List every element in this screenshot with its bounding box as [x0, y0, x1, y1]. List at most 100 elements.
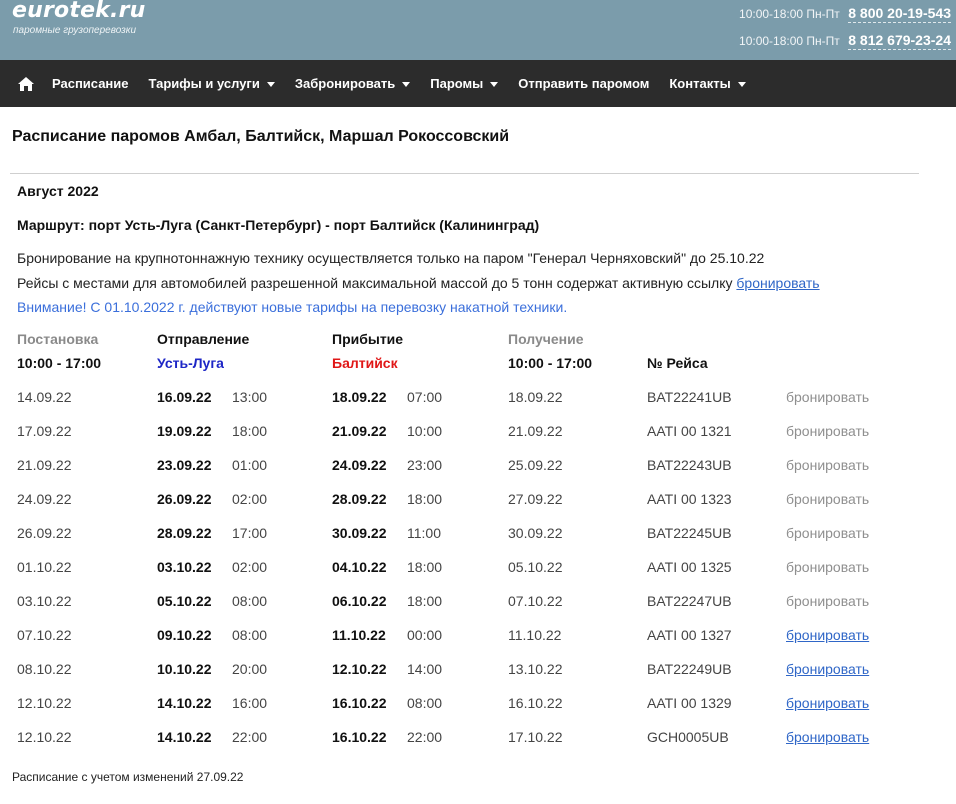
table-row: 21.09.22 23.09.22 01:00 24.09.22 23:00 25.09.…: [17, 457, 897, 491]
departure-date: 19.09.22: [157, 423, 212, 439]
departure-date: 10.10.22: [157, 661, 212, 677]
pickup-date: 30.09.22: [508, 525, 563, 541]
voyage-number: BAT22249UB: [647, 661, 732, 677]
site-header: eurotek.ru паромные грузоперевозки 10:00…: [0, 0, 956, 60]
book-link-disabled: бронировать: [786, 423, 870, 439]
book-link[interactable]: бронировать: [786, 729, 869, 745]
chevron-down-icon: [490, 82, 499, 87]
table-row: 03.10.22 05.10.22 08:00 06.10.22 18:00 07.10.…: [17, 593, 897, 627]
arrival-date: 12.10.22: [332, 661, 387, 677]
table-row: 12.10.22 14.10.22 22:00 16.10.22 22:00 17.10.…: [17, 729, 897, 763]
main-navigation: Расписание Тарифы и услуги Забронировать Па…: [0, 60, 956, 107]
voyage-number: BAT22243UB: [647, 457, 732, 473]
departure-date: 28.09.22: [157, 525, 212, 541]
departure-time: 18:00: [232, 423, 268, 439]
arrival-time: 14:00: [407, 661, 443, 677]
table-subheader-row: 10:00 - 17:00 Усть-Луга Балтийск 10:00 -…: [17, 355, 897, 379]
departure-date: 03.10.22: [157, 559, 212, 575]
active-link-note-text: Рейсы с местами для автомобилей разрешен…: [17, 275, 733, 291]
book-link[interactable]: бронировать: [786, 627, 869, 643]
pickup-date: 25.09.22: [508, 457, 563, 473]
pickup-date: 05.10.22: [508, 559, 563, 575]
chevron-down-icon: [737, 82, 746, 87]
phone-line-2: 10:00-18:00 Пн-Пт 8 812 679-23-24: [739, 32, 951, 50]
arrival-time: 11:00: [407, 525, 441, 541]
voyage-number: BAT22241UB: [647, 389, 732, 405]
loading-date: 12.10.22: [17, 729, 72, 745]
chevron-down-icon: [402, 82, 411, 87]
nav-item-label: Отправить паромом: [518, 76, 650, 91]
arrival-date: 18.09.22: [332, 389, 387, 405]
home-icon: [18, 76, 34, 91]
nav-item-1[interactable]: Расписание: [42, 60, 139, 107]
book-link-disabled: бронировать: [786, 593, 870, 609]
nav-item-label: Забронировать: [294, 76, 396, 91]
departure-date: 14.10.22: [157, 695, 212, 711]
departure-date: 09.10.22: [157, 627, 212, 643]
chevron-down-icon: [266, 82, 275, 87]
nav-item-5[interactable]: Отправить паромом: [508, 60, 659, 107]
nav-home-button[interactable]: [10, 60, 42, 107]
book-link-disabled: бронировать: [786, 525, 870, 541]
pickup-date: 21.09.22: [508, 423, 563, 439]
phone-hours: 10:00-18:00 Пн-Пт: [739, 34, 840, 48]
loading-date: 01.10.22: [17, 559, 72, 575]
table-row: 17.09.22 19.09.22 18:00 21.09.22 10:00 21.09.…: [17, 423, 897, 457]
arrival-time: 22:00: [407, 729, 443, 745]
loading-date: 26.09.22: [17, 525, 72, 541]
arrival-date: 30.09.22: [332, 525, 387, 541]
loading-date: 14.09.22: [17, 389, 72, 405]
nav-item-label: Контакты: [669, 76, 731, 91]
arrival-date: 04.10.22: [332, 559, 387, 575]
pickup-date: 11.10.22: [508, 627, 562, 643]
departure-time: 02:00: [232, 559, 268, 575]
departure-time: 17:00: [232, 525, 268, 541]
tariff-warning-link[interactable]: Внимание! С 01.10.2022 г. действуют новы…: [17, 299, 567, 315]
subheader-loading-time: 10:00 - 17:00: [17, 355, 102, 371]
arrival-time: 18:00: [407, 559, 443, 575]
table-row: 01.10.22 03.10.22 02:00 04.10.22 18:00 05.10.…: [17, 559, 897, 593]
departure-date: 05.10.22: [157, 593, 212, 609]
site-logo[interactable]: eurotek.ru: [12, 0, 145, 23]
table-row: 26.09.22 28.09.22 17:00 30.09.22 11:00 30.09.…: [17, 525, 897, 559]
arrival-time: 23:00: [407, 457, 443, 473]
table-row: 24.09.22 26.09.22 02:00 28.09.22 18:00 27.09.…: [17, 491, 897, 525]
nav-item-3[interactable]: Забронировать: [285, 60, 420, 107]
book-link-disabled: бронировать: [786, 389, 870, 405]
departure-time: 16:00: [232, 695, 268, 711]
book-link[interactable]: бронировать: [736, 275, 819, 291]
subheader-pickup-time: 10:00 - 17:00: [508, 355, 593, 371]
active-link-note: Рейсы с местами для автомобилей разрешен…: [17, 275, 820, 291]
phone-number-link[interactable]: 8 800 20-19-543: [848, 5, 951, 23]
arrival-time: 07:00: [407, 389, 443, 405]
loading-date: 07.10.22: [17, 627, 72, 643]
nav-item-2[interactable]: Тарифы и услуги: [139, 60, 285, 107]
voyage-number: AATI 00 1321: [647, 423, 732, 439]
voyage-number: GCH0005UB: [647, 729, 729, 745]
voyage-number: AATI 00 1329: [647, 695, 732, 711]
departure-time: 20:00: [232, 661, 268, 677]
header-departure: Отправление: [157, 331, 250, 347]
pickup-date: 17.10.22: [508, 729, 563, 745]
arrival-time: 18:00: [407, 593, 443, 609]
book-link[interactable]: бронировать: [786, 695, 869, 711]
phone-number-link[interactable]: 8 812 679-23-24: [848, 32, 951, 50]
departure-time: 01:00: [232, 457, 268, 473]
page-title: Расписание паромов Амбал, Балтийск, Марш…: [12, 128, 510, 145]
title-divider: [10, 173, 919, 174]
pickup-date: 18.09.22: [508, 389, 563, 405]
pickup-date: 16.10.22: [508, 695, 563, 711]
header-pickup: Получение: [508, 331, 584, 347]
nav-item-4[interactable]: Паромы: [420, 60, 508, 107]
book-link[interactable]: бронировать: [786, 661, 869, 677]
voyage-number: AATI 00 1327: [647, 627, 732, 643]
departure-date: 14.10.22: [157, 729, 212, 745]
arrival-time: 10:00: [407, 423, 443, 439]
nav-item-6[interactable]: Контакты: [659, 60, 755, 107]
subheader-departure-port: Усть-Луга: [157, 355, 224, 371]
voyage-number: BAT22247UB: [647, 593, 732, 609]
booking-note: Бронирование на крупнотоннажную технику …: [17, 250, 765, 266]
loading-date: 17.09.22: [17, 423, 72, 439]
departure-time: 22:00: [232, 729, 268, 745]
route-heading: Маршрут: порт Усть-Луга (Санкт-Петербург…: [17, 217, 540, 233]
